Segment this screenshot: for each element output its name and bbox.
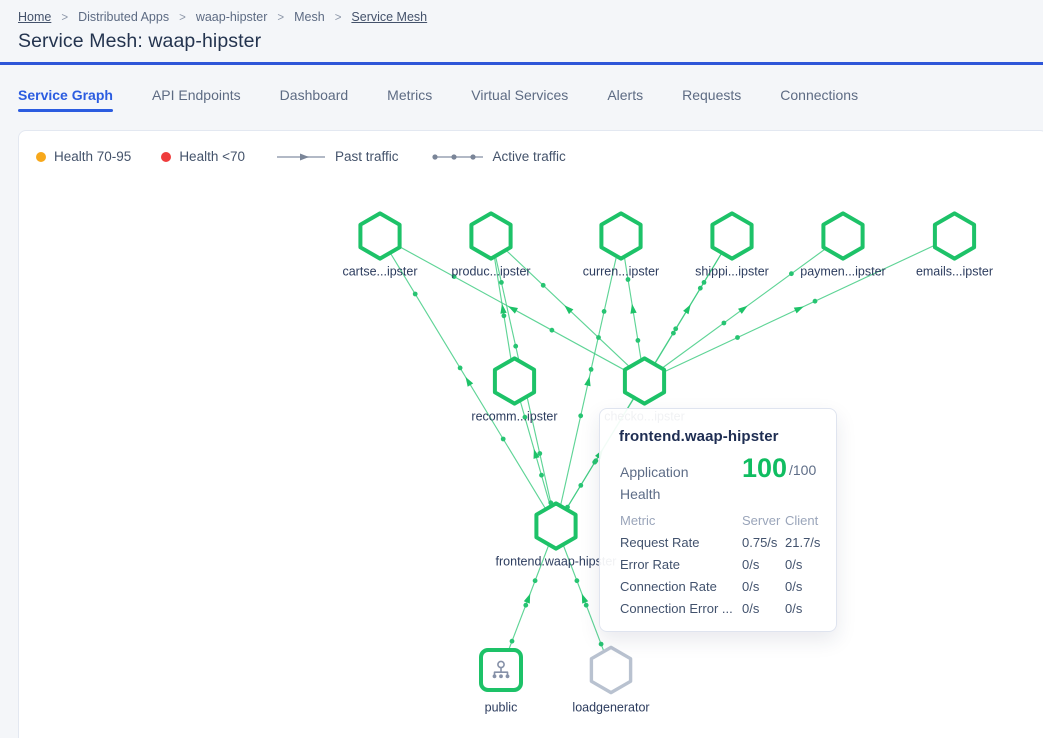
- svg-text:produc...ipster: produc...ipster: [451, 265, 530, 279]
- svg-text:curren...ipster: curren...ipster: [583, 265, 659, 279]
- svg-text:shippi...ipster: shippi...ipster: [695, 265, 769, 279]
- svg-text:loadgenerator: loadgenerator: [572, 701, 649, 715]
- svg-text:cartse...ipster: cartse...ipster: [342, 265, 417, 279]
- svg-text:emails...ipster: emails...ipster: [916, 265, 993, 279]
- svg-text:recomm...ipster: recomm...ipster: [471, 410, 557, 424]
- svg-text:public: public: [485, 701, 518, 715]
- svg-text:paymen...ipster: paymen...ipster: [800, 265, 885, 279]
